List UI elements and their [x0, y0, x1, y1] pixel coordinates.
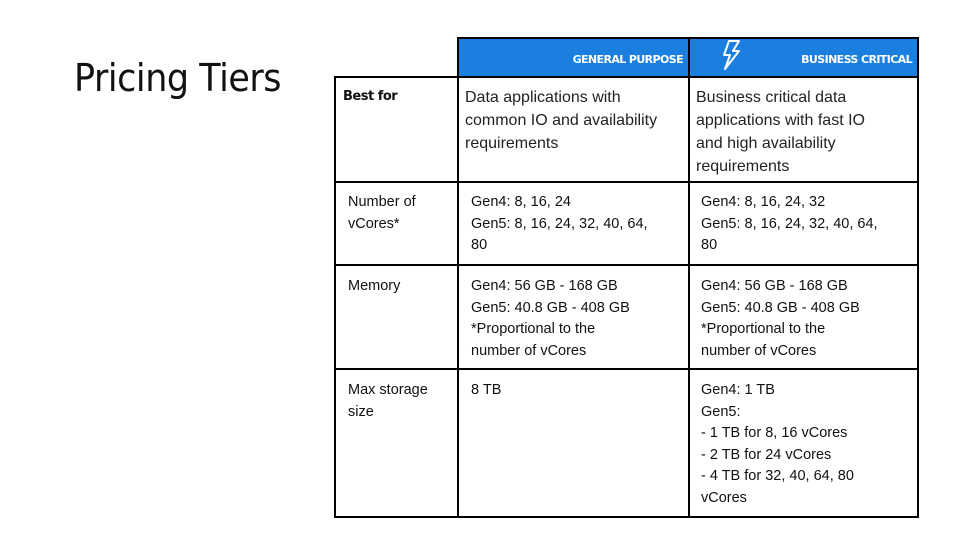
table-border: [688, 37, 690, 518]
cell-vcores-business-critical: Gen4: 8, 16, 24, 32 Gen5: 8, 16, 24, 32,…: [701, 192, 878, 257]
table-border: [334, 76, 919, 78]
cell-memory-business-critical: Gen4: 56 GB - 168 GB Gen5: 40.8 GB - 408…: [701, 276, 860, 362]
row-label-vcores: Number of vCores*: [348, 192, 416, 235]
cell-line: requirements: [696, 158, 790, 175]
cell-line: Gen5:: [701, 403, 741, 420]
cell-line: Memory: [348, 278, 401, 294]
cell-line: Gen4: 56 GB - 168 GB: [471, 278, 618, 294]
cell-line: - 4 TB for 32, 40, 64, 80: [701, 468, 854, 484]
cell-line: Gen4: 1 TB: [701, 382, 775, 398]
cell-line: Gen5: 40.8 GB - 408 GB: [701, 299, 860, 316]
table-border: [334, 516, 919, 518]
cell-line: - 1 TB for 8, 16 vCores: [701, 425, 848, 441]
cell-line: 80: [701, 237, 718, 253]
cell-line: Max storage: [348, 382, 428, 398]
cell-line: Gen4: 8, 16, 24: [471, 194, 571, 210]
column-header-business-critical: BUSINESS CRITICAL: [690, 38, 918, 76]
cell-line: vCores: [701, 489, 747, 506]
cell-line: Gen5: 40.8 GB - 408 GB: [471, 299, 630, 316]
table-border: [334, 264, 919, 266]
cell-line: Data applications with: [465, 89, 621, 106]
cell-line: *Proportional to the: [471, 321, 596, 337]
cell-line: Business critical data: [696, 89, 847, 106]
lightning-bolt-icon: [723, 40, 740, 70]
column-header-general-purpose: GENERAL PURPOSE: [459, 38, 689, 76]
cell-line: common IO and availability: [465, 112, 658, 129]
row-label-max-storage: Max storage size: [348, 380, 428, 423]
cell-line: and high availability: [696, 135, 836, 152]
cell-memory-general-purpose: Gen4: 56 GB - 168 GB Gen5: 40.8 GB - 408…: [471, 276, 630, 362]
row-label-memory: Memory: [348, 276, 400, 298]
cell-line: number of vCores: [471, 342, 587, 359]
cell-line: vCores*: [348, 215, 400, 232]
row-label-best-for: Best for: [343, 89, 398, 104]
page-title: Pricing Tiers: [74, 56, 282, 100]
table-border: [334, 181, 919, 183]
column-header-label: BUSINESS CRITICAL: [801, 53, 912, 66]
cell-max-storage-general-purpose: 8 TB: [471, 380, 501, 402]
cell-vcores-general-purpose: Gen4: 8, 16, 24 Gen5: 8, 16, 24, 32, 40,…: [471, 192, 648, 257]
cell-line: requirements: [465, 135, 559, 152]
table-border: [334, 76, 336, 518]
cell-line: applications with fast IO: [696, 112, 865, 129]
table-border: [457, 37, 459, 518]
cell-line: Gen5: 8, 16, 24, 32, 40, 64,: [701, 215, 878, 232]
cell-best-for-general-purpose: Data applications with common IO and ava…: [465, 86, 657, 155]
cell-line: Number of: [348, 194, 416, 210]
column-header-label: GENERAL PURPOSE: [572, 53, 684, 66]
cell-line: - 2 TB for 24 vCores: [701, 446, 832, 463]
cell-line: Gen4: 56 GB - 168 GB: [701, 278, 848, 294]
cell-line: 8 TB: [471, 382, 502, 398]
cell-line: 80: [471, 237, 488, 253]
cell-best-for-business-critical: Business critical data applications with…: [696, 86, 865, 178]
cell-max-storage-business-critical: Gen4: 1 TB Gen5: - 1 TB for 8, 16 vCores…: [701, 380, 854, 509]
cell-line: number of vCores: [701, 342, 817, 359]
cell-line: Gen5: 8, 16, 24, 32, 40, 64,: [471, 215, 648, 232]
cell-line: *Proportional to the: [701, 321, 826, 337]
cell-line: Gen4: 8, 16, 24, 32: [701, 194, 826, 210]
table-border: [917, 37, 919, 518]
table-border: [334, 368, 919, 370]
cell-line: size: [348, 403, 374, 420]
